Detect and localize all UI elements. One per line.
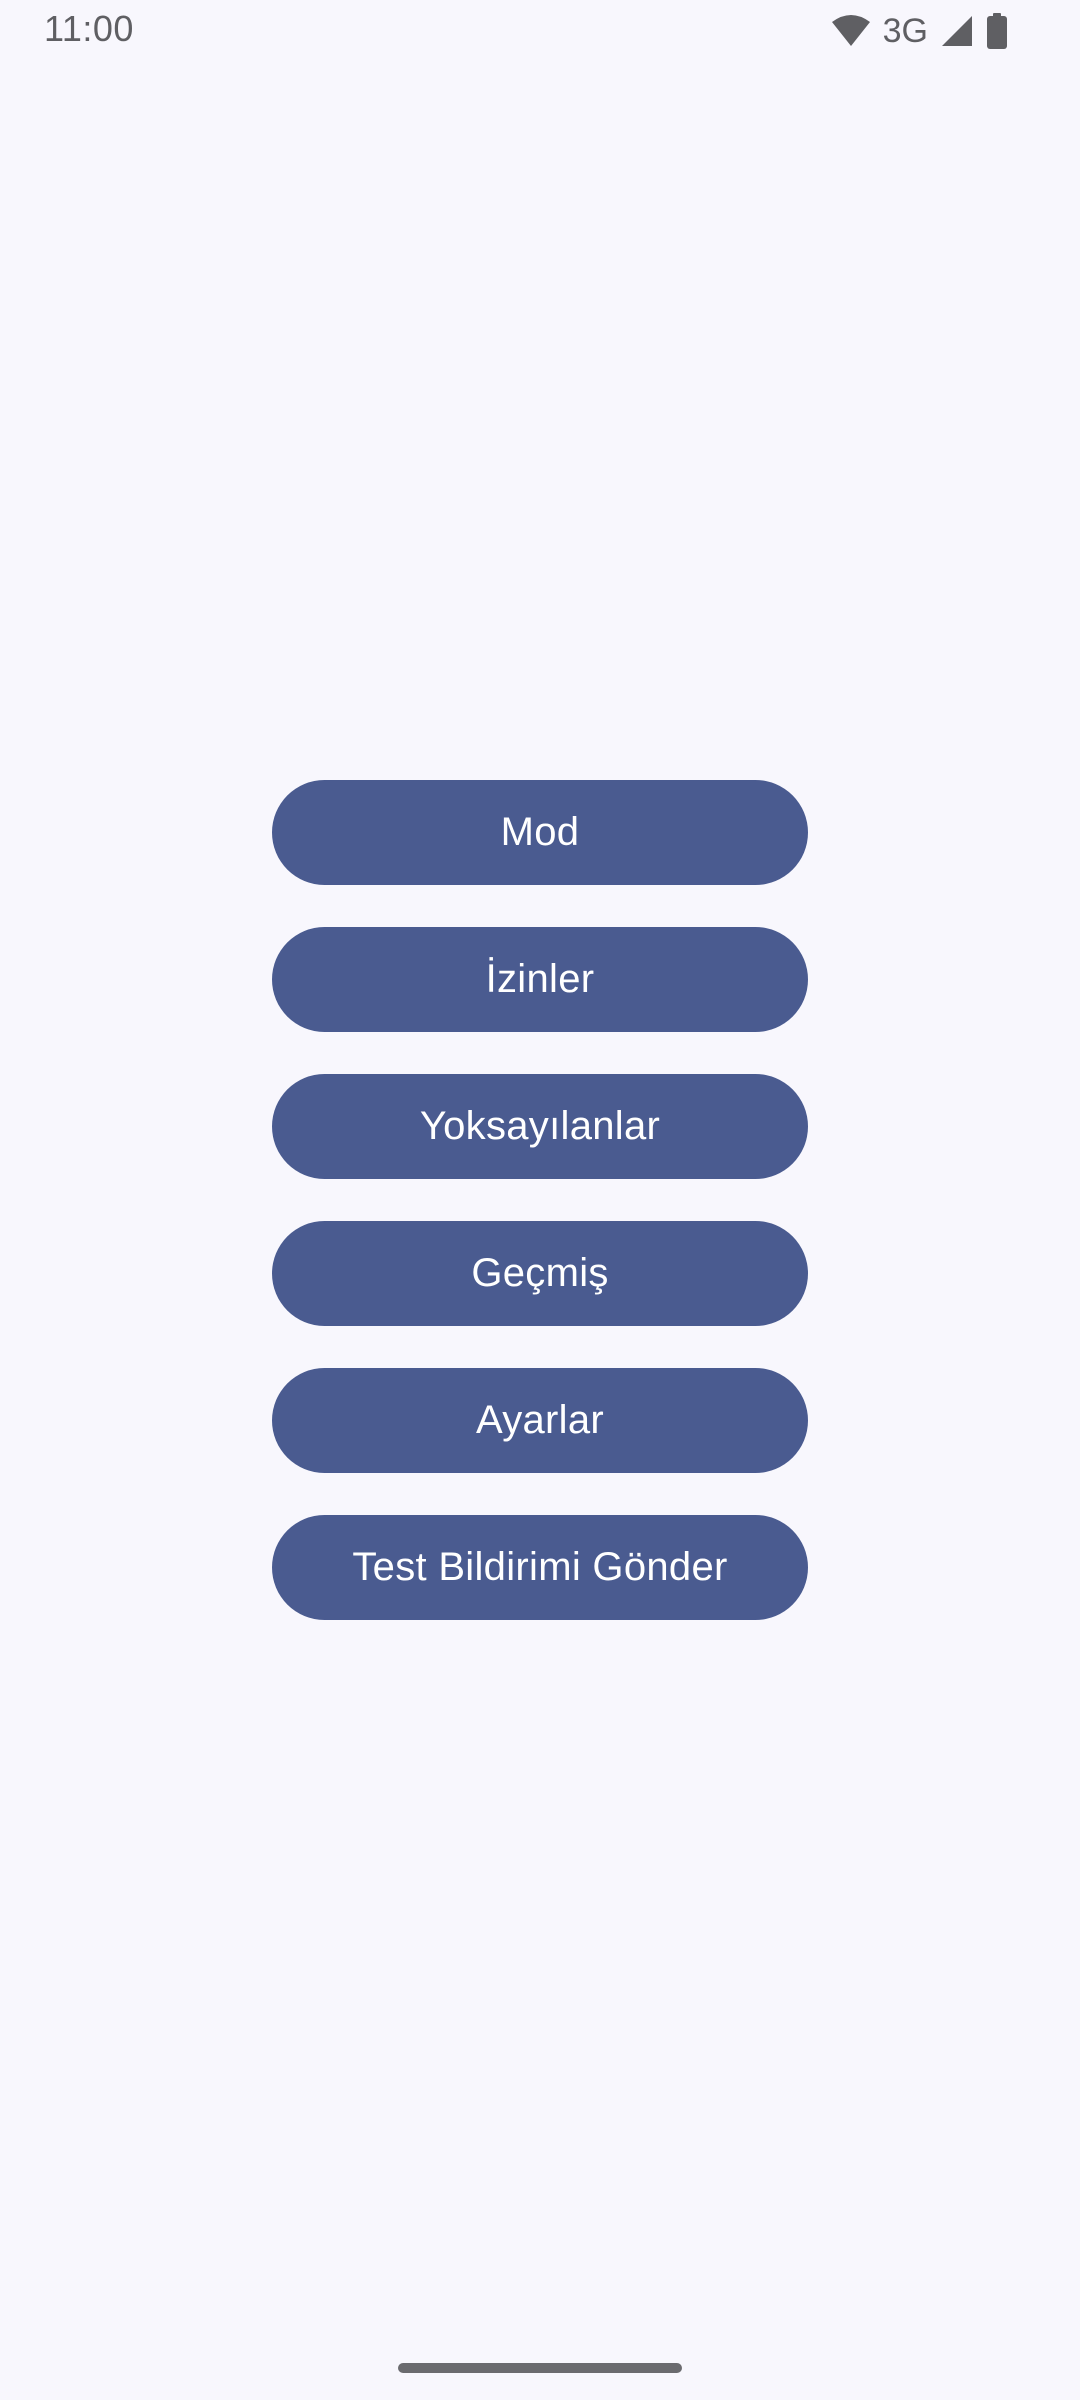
ignored-button[interactable]: Yoksayılanlar — [272, 1074, 808, 1179]
wifi-icon — [831, 14, 871, 48]
status-icons: 3G — [831, 10, 1008, 52]
settings-button[interactable]: Ayarlar — [272, 1368, 808, 1473]
gesture-nav-handle[interactable] — [398, 2363, 682, 2373]
cellular-signal-icon — [940, 14, 974, 48]
mode-button[interactable]: Mod — [272, 780, 808, 885]
main-menu: Mod İzinler Yoksayılanlar Geçmiş Ayarlar… — [272, 780, 808, 1620]
status-bar: 11:00 3G — [0, 0, 1080, 62]
history-button[interactable]: Geçmiş — [272, 1221, 808, 1326]
network-type-label: 3G — [882, 11, 928, 50]
battery-icon — [986, 13, 1008, 49]
status-time: 11:00 — [44, 8, 134, 49]
send-test-notification-button[interactable]: Test Bildirimi Gönder — [272, 1515, 808, 1620]
permissions-button[interactable]: İzinler — [272, 927, 808, 1032]
